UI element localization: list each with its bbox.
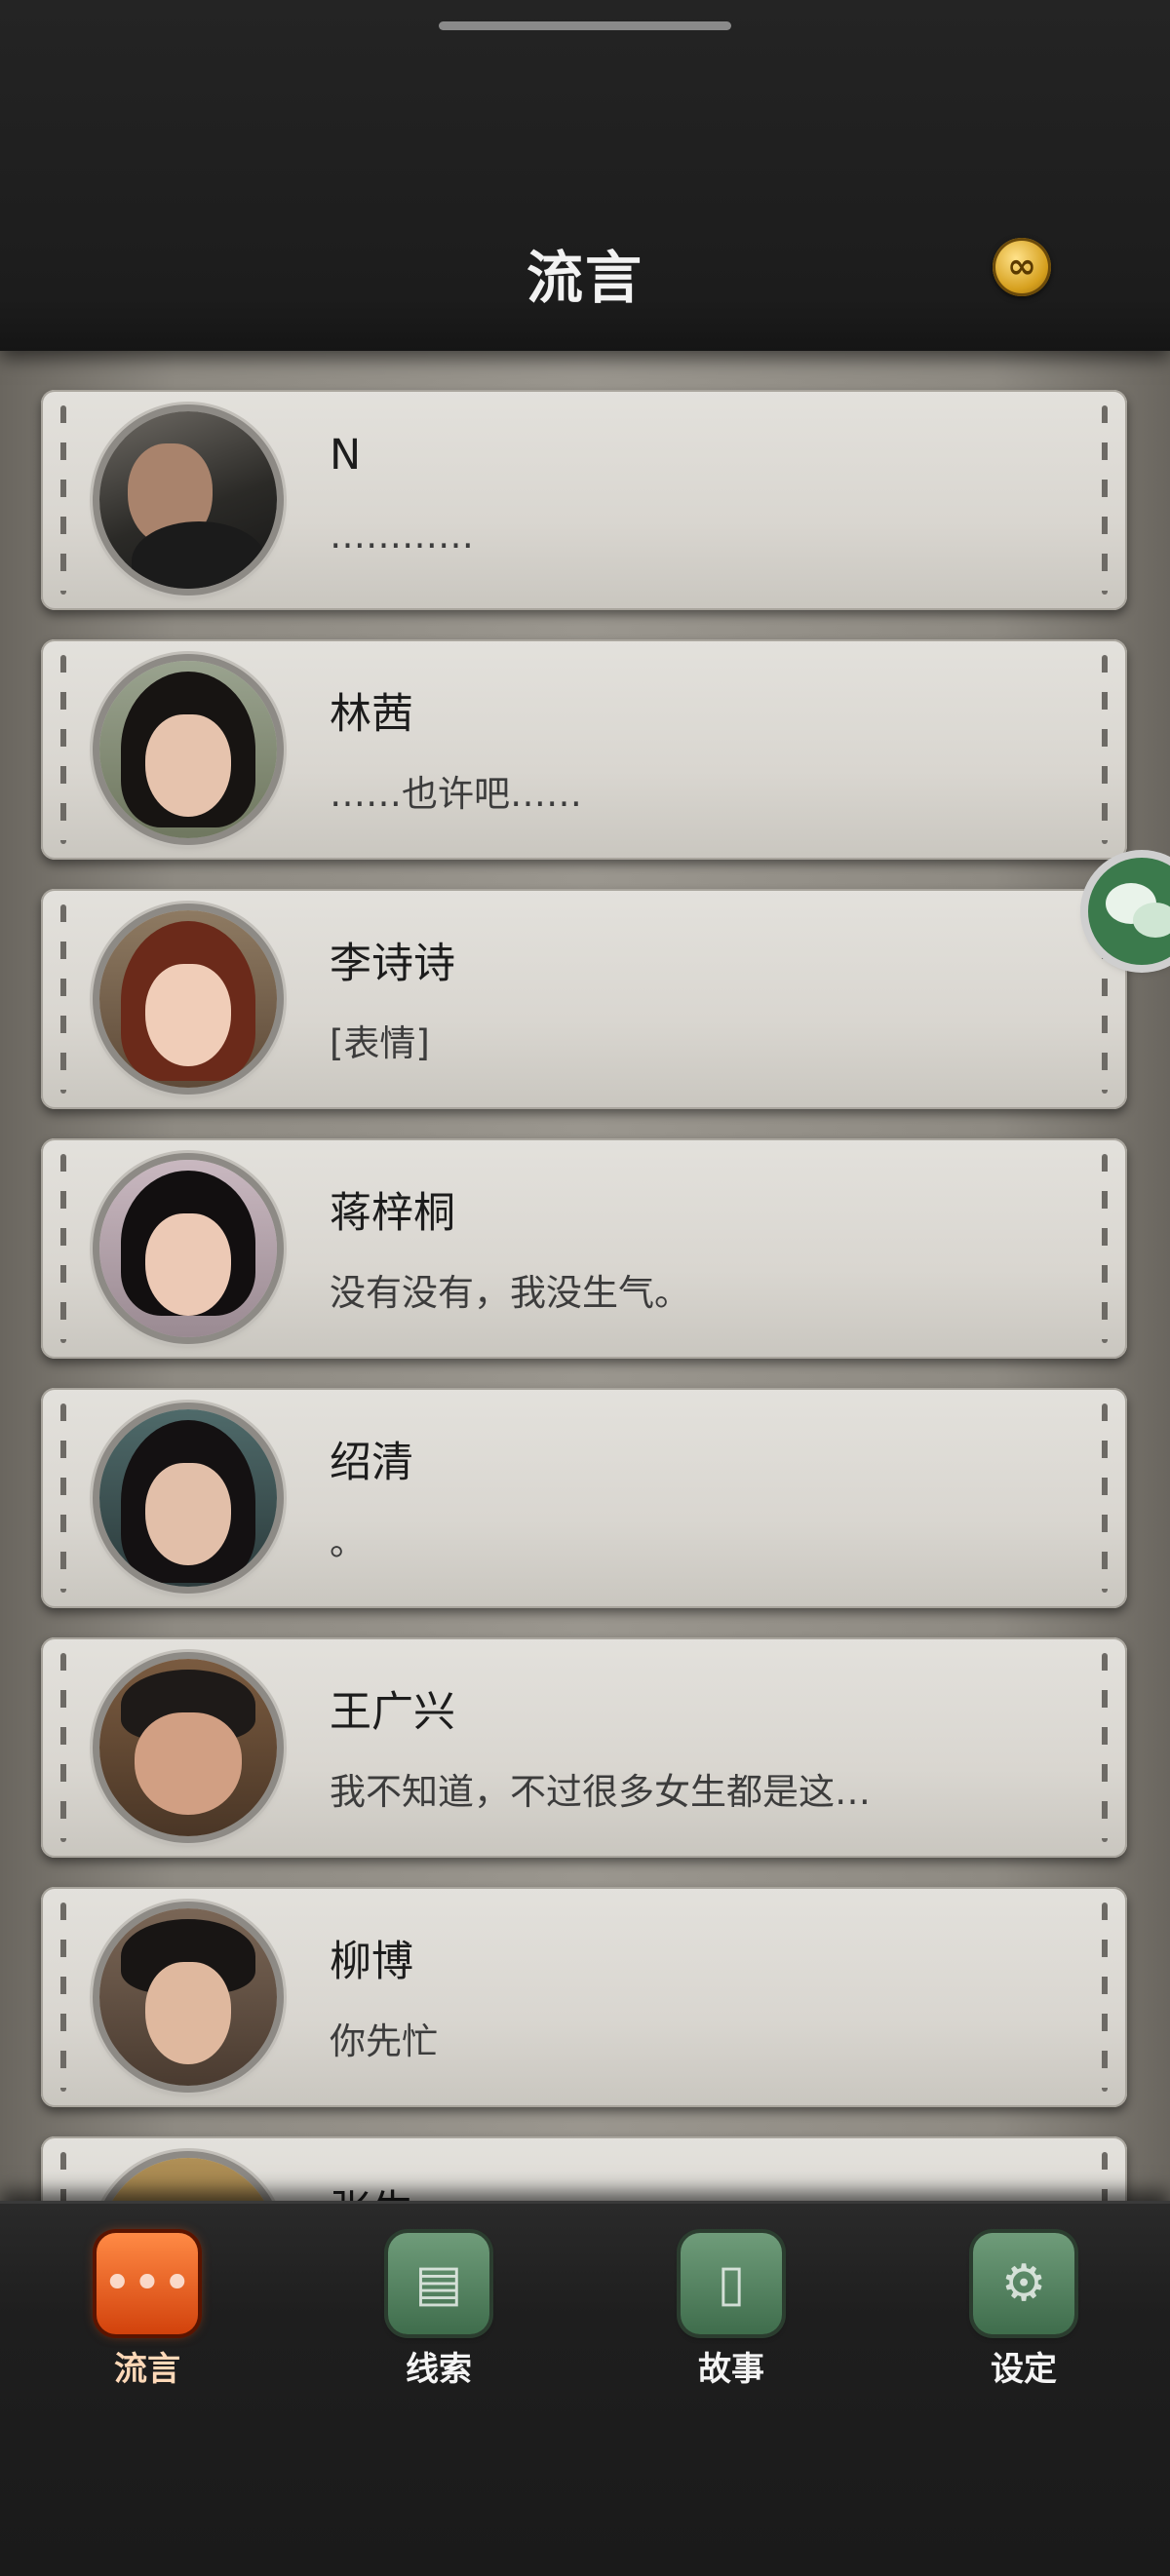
tab-label: 设定 (991, 2350, 1057, 2389)
last-message: [表情] (330, 1022, 430, 1064)
top-bar: 流言 ∞ (0, 0, 1170, 351)
stitch-decoration (1102, 1154, 1108, 1343)
stitch-decoration (60, 1403, 66, 1593)
conversation-card[interactable]: 张生 (41, 2136, 1127, 2203)
conversation-card[interactable]: 李诗诗 [表情] (41, 889, 1127, 1109)
avatar (99, 1409, 277, 1587)
last-message: ……也许吧…… (330, 773, 582, 815)
conversation-card[interactable]: 绍清 。 (41, 1388, 1127, 1608)
tab-label: 故事 (698, 2350, 764, 2389)
last-message: 没有没有，我没生气。 (330, 1272, 690, 1314)
stitch-decoration (60, 1903, 66, 2092)
tab-rumors[interactable]: ••• 流言 (74, 2233, 220, 2390)
conversation-card[interactable]: 蒋梓桐 没有没有，我没生气。 (41, 1138, 1127, 1359)
stitch-decoration (60, 405, 66, 595)
infinity-icon[interactable]: ∞ (993, 238, 1051, 296)
tab-settings[interactable]: ⚙ 设定 (951, 2233, 1097, 2390)
last-message: 。 (330, 1521, 366, 1563)
stitch-decoration (60, 2152, 66, 2203)
conversation-list: N ………… 林茜 ……也许吧…… 李诗诗 [表情] 蒋梓桐 没有没有，我没生气… (0, 351, 1170, 2203)
avatar (99, 1659, 277, 1836)
stitch-decoration (1102, 405, 1108, 595)
stitch-decoration (1102, 655, 1108, 844)
last-message: 我不知道，不过很多女生都是这… (330, 1771, 871, 1813)
contact-name: 王广兴 (330, 1688, 455, 1737)
contact-name: 林茜 (330, 690, 413, 739)
stitch-decoration (1102, 1403, 1108, 1593)
avatar (99, 411, 277, 589)
stitch-decoration (1102, 1903, 1108, 2092)
tab-label: 流言 (114, 2350, 180, 2389)
avatar (99, 1908, 277, 2086)
conversation-card[interactable]: 林茜 ……也许吧…… (41, 639, 1127, 860)
contact-name: N (330, 431, 362, 480)
stitch-decoration (1102, 2152, 1108, 2203)
document-icon: ▤ (388, 2233, 489, 2334)
stitch-decoration (60, 904, 66, 1094)
stitch-decoration (1102, 1653, 1108, 1842)
stitch-decoration (60, 1653, 66, 1842)
last-message: 你先忙 (330, 2020, 438, 2062)
avatar (99, 2158, 277, 2203)
last-message: ………… (330, 515, 474, 557)
stitch-decoration (60, 1154, 66, 1343)
avatar (99, 910, 277, 1088)
contact-name: 张生 (330, 2177, 413, 2203)
conversation-card[interactable]: N ………… (41, 390, 1127, 610)
avatar (99, 1160, 277, 1337)
gear-icon: ⚙ (973, 2233, 1074, 2334)
tab-story[interactable]: ▯ 故事 (658, 2233, 804, 2390)
avatar (99, 661, 277, 838)
bubble-shape (1133, 903, 1170, 938)
contact-name: 李诗诗 (330, 940, 455, 988)
contact-name: 绍清 (330, 1439, 413, 1487)
contact-name: 蒋梓桐 (330, 1189, 455, 1238)
drag-handle[interactable] (439, 21, 731, 30)
tab-label: 线索 (406, 2350, 472, 2389)
conversation-card[interactable]: 柳博 你先忙 (41, 1887, 1127, 2107)
conversation-card[interactable]: 王广兴 我不知道，不过很多女生都是这… (41, 1637, 1127, 1858)
book-icon: ▯ (681, 2233, 782, 2334)
tab-clues[interactable]: ▤ 线索 (366, 2233, 512, 2390)
chat-bubble-icon: ••• (97, 2233, 198, 2334)
bottom-nav: ••• 流言 ▤ 线索 ▯ 故事 ⚙ 设定 (0, 2201, 1170, 2576)
contact-name: 柳博 (330, 1938, 413, 1986)
stitch-decoration (60, 655, 66, 844)
